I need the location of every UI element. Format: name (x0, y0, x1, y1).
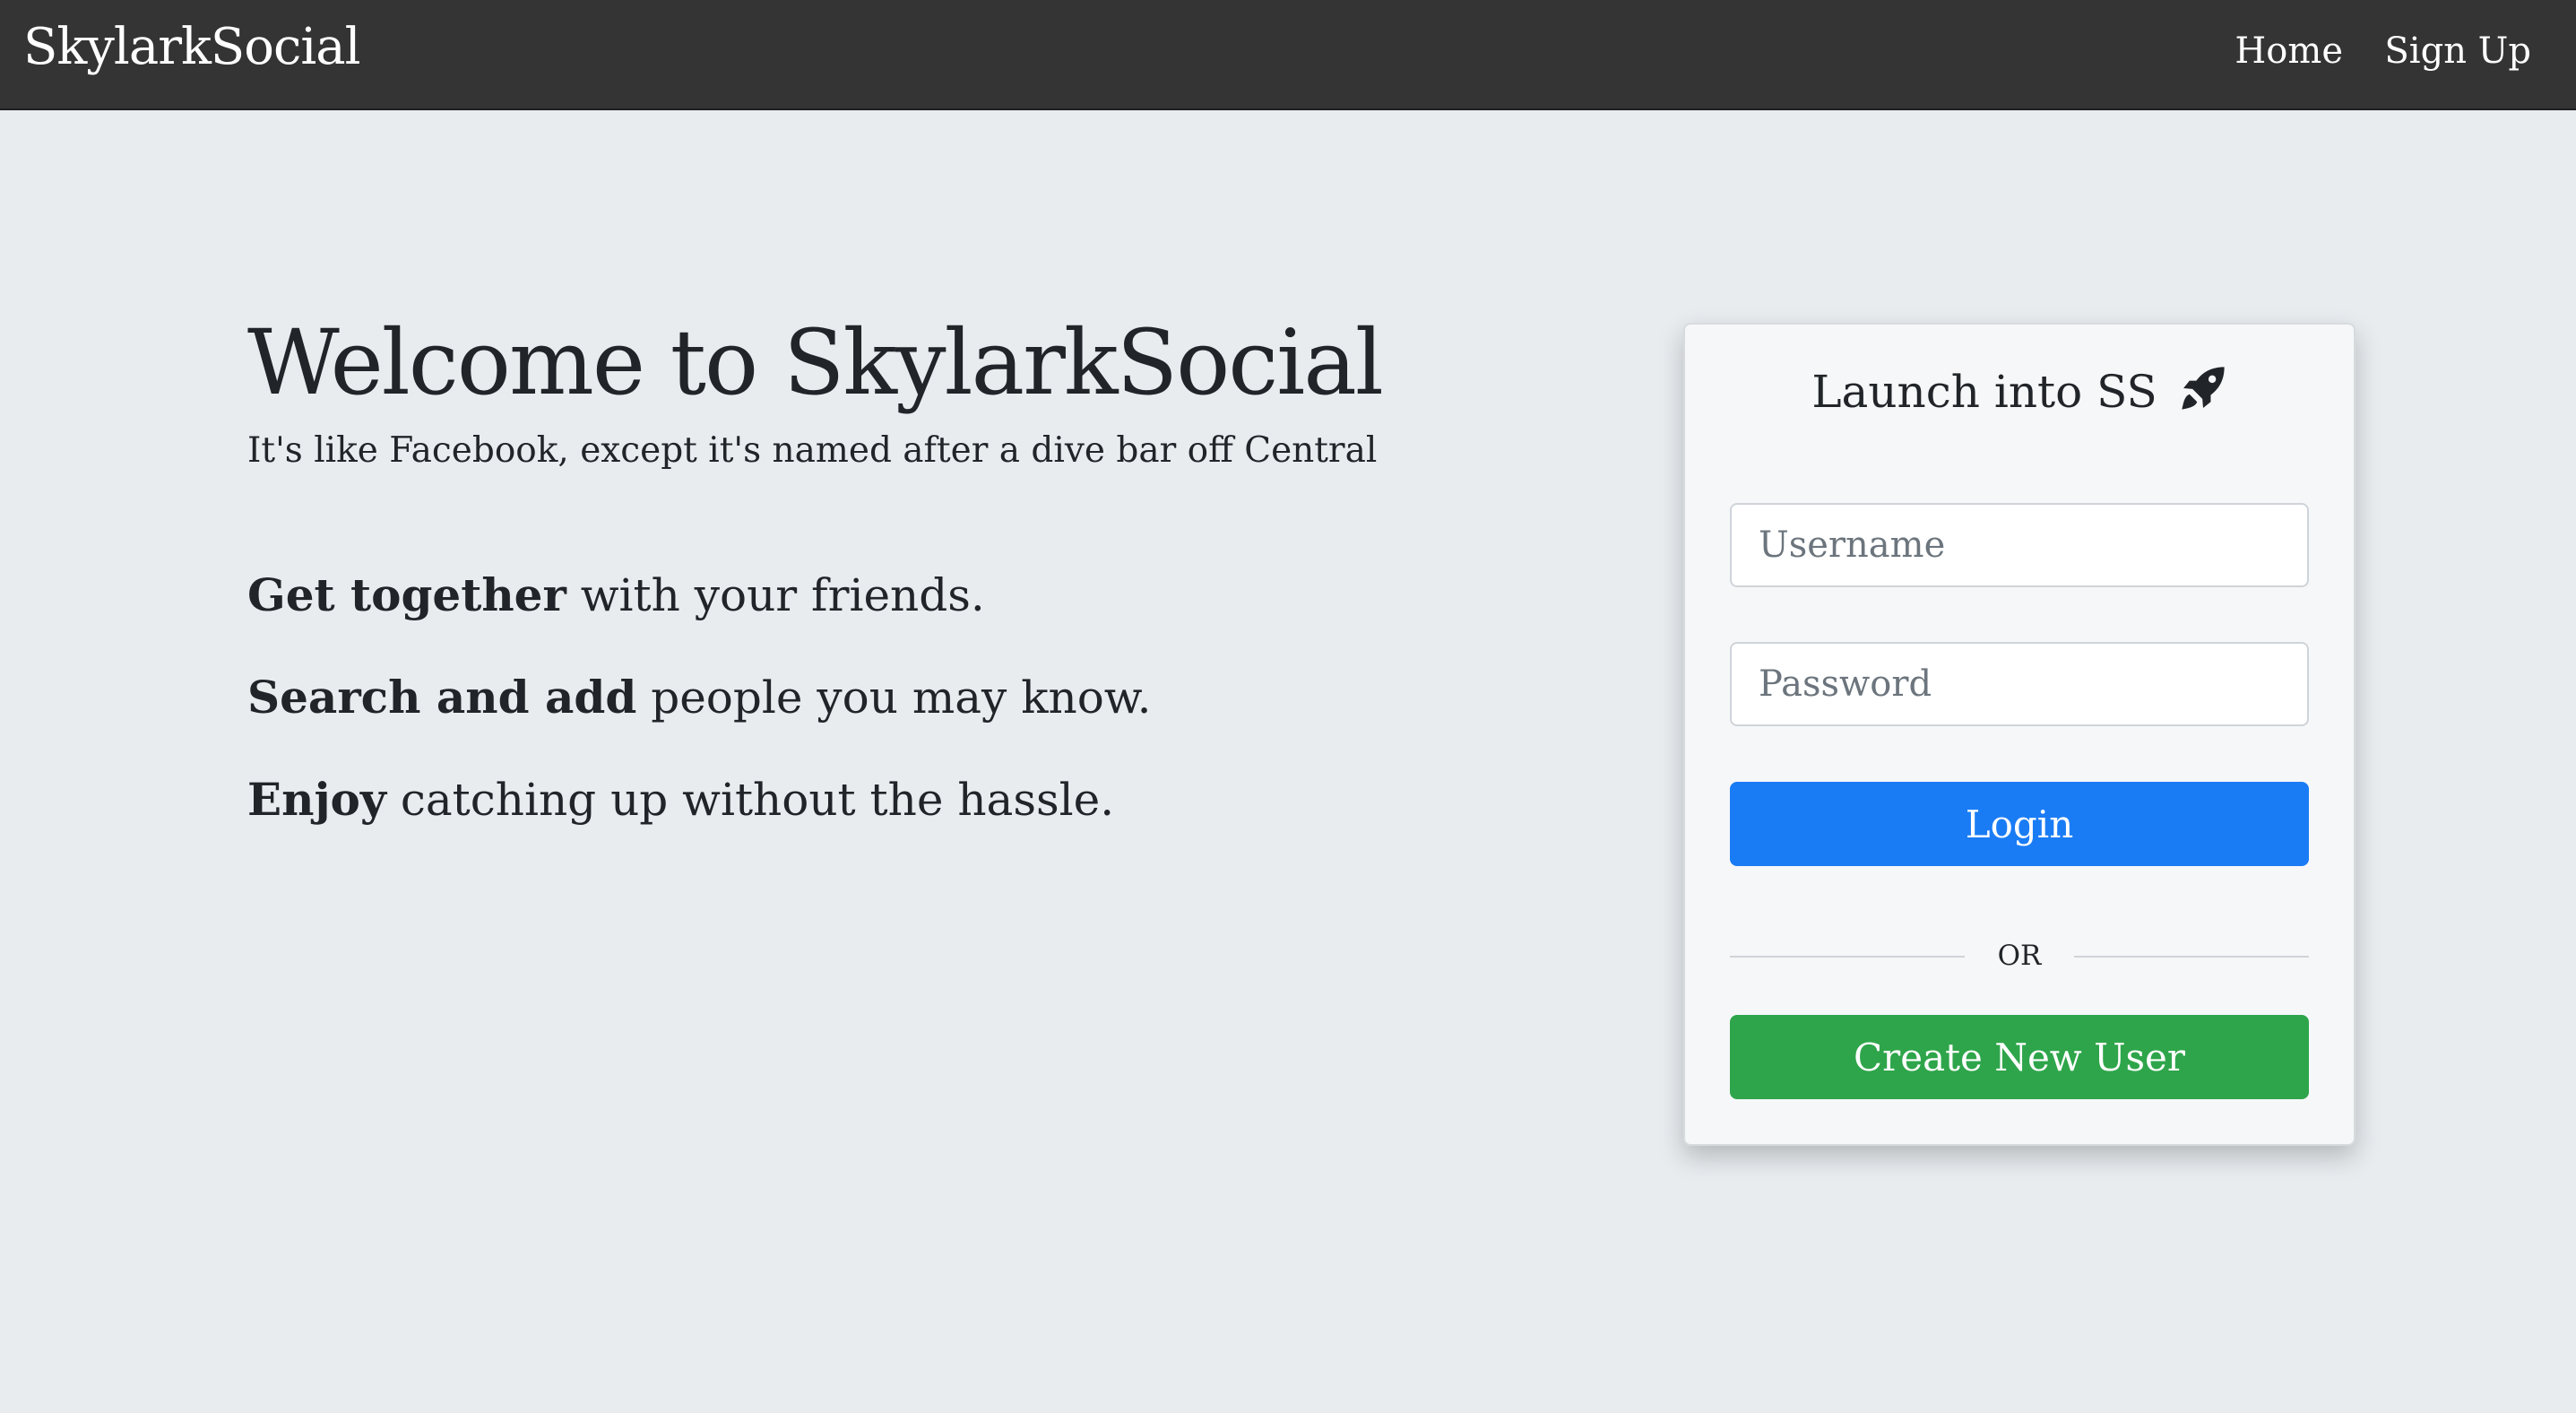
feature-item: Enjoy catching up without the hassle. (247, 772, 1547, 828)
nav-home-link[interactable]: Home (2235, 30, 2343, 72)
divider-line-right (2074, 956, 2309, 958)
navbar: SkylarkSocial Home Sign Up (0, 0, 2576, 110)
create-new-user-button[interactable]: Create New User (1730, 1015, 2309, 1099)
page-title: Welcome to SkylarkSocial (247, 310, 1384, 415)
feature-list: Get together with your friends. Search a… (247, 568, 1547, 828)
feature-text: catching up without the hassle. (385, 774, 1115, 826)
brand-logo-link[interactable]: SkylarkSocial (23, 18, 361, 76)
login-card-title: Launch into SS (1685, 364, 2354, 418)
or-divider: OR (1730, 938, 2309, 974)
feature-bold: Get together (247, 568, 566, 621)
nav-signup-link[interactable]: Sign Up (2384, 30, 2531, 72)
login-button[interactable]: Login (1730, 782, 2309, 866)
hero-section: Welcome to SkylarkSocial It's like Faceb… (247, 314, 1547, 874)
feature-text: with your friends. (566, 569, 985, 621)
feature-bold: Search and add (247, 671, 637, 724)
rocket-icon (2179, 364, 2227, 412)
page-subtitle: It's like Facebook, except it's named af… (247, 430, 1378, 471)
feature-bold: Enjoy (247, 773, 386, 826)
login-card: Launch into SS Login OR Create New User (1683, 323, 2356, 1146)
feature-item: Search and add people you may know. (247, 670, 1547, 725)
feature-item: Get together with your friends. (247, 568, 1547, 623)
login-card-title-text: Launch into SS (1811, 366, 2157, 418)
password-input[interactable] (1730, 642, 2309, 726)
feature-text: people you may know. (636, 672, 1152, 724)
username-input[interactable] (1730, 503, 2309, 587)
